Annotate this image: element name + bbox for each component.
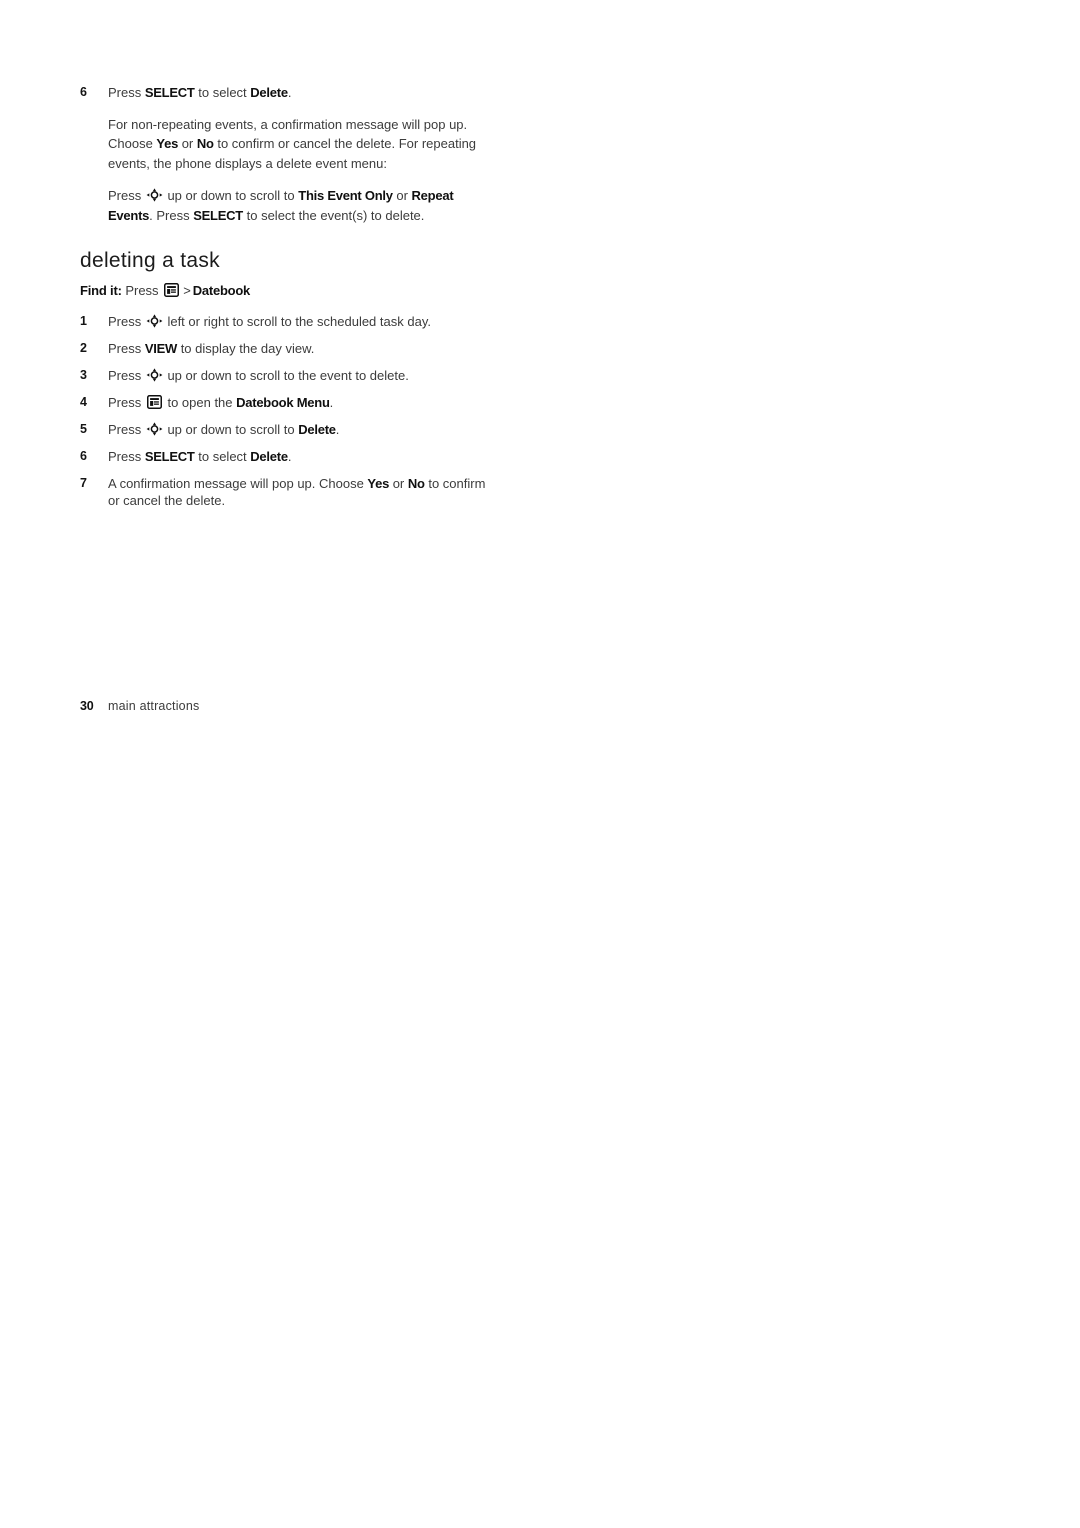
step-text: Press SELECT to select Delete. (108, 84, 500, 102)
step-number: 6 (80, 85, 87, 99)
step-text-fragment: to select (194, 448, 251, 464)
step-text: A confirmation message will pop up. Choo… (108, 475, 500, 510)
nav-key-icon (146, 421, 163, 436)
step-text-fragment: . (329, 394, 334, 410)
step-item: 6 Press SELECT to select Delete. (80, 448, 500, 466)
find-it-label: Find it: (80, 283, 122, 298)
step-text-fragment: up or down to scroll to the event to del… (163, 367, 409, 383)
page-content: 6 Press SELECT to select Delete. For non… (80, 84, 500, 519)
step-text-fragment: Press (108, 367, 145, 383)
step-text-fragment: up or down to scroll to (163, 421, 299, 437)
step-text: Press left or right to scroll to the sch… (108, 313, 500, 331)
paragraph-fragment: or (392, 188, 412, 203)
step-number: 7 (80, 475, 87, 490)
step-item: 6 Press SELECT to select Delete. (80, 84, 500, 102)
step-text-fragment: A confirmation message will pop up. Choo… (108, 475, 368, 491)
footer-section-label: main attractions (108, 699, 200, 713)
step-item: 1 Press left or right to scroll to the sc… (80, 313, 500, 331)
keyword-delete: Delete (298, 421, 336, 437)
keyword-view: VIEW (144, 340, 178, 356)
step-text: Press to open the Datebook Menu. (108, 394, 500, 412)
step-number: 6 (80, 448, 87, 463)
keyword-yes: Yes (367, 475, 390, 491)
document-page: 6 Press SELECT to select Delete. For non… (0, 0, 1080, 1528)
step-text-fragment: Press (108, 394, 145, 410)
keyword-datebook-menu: Datebook Menu (236, 394, 330, 410)
step-text-fragment: Press (108, 340, 145, 356)
step-item: 4 Press to open the Datebook Menu. (80, 394, 500, 412)
step-text-fragment: . (335, 421, 340, 437)
step-text-fragment: to display the day view. (177, 340, 315, 356)
footer-page-number: 30 (80, 699, 94, 713)
keyword-no: No (407, 475, 425, 491)
step-text-fragment: left or right to scroll to the scheduled… (163, 313, 431, 329)
menu-icon (146, 394, 162, 409)
nav-key-icon (146, 367, 163, 382)
explanatory-paragraph: For non-repeating events, a confirmation… (108, 115, 500, 174)
step-text-fragment: Press (108, 448, 145, 464)
find-it-destination: Datebook (192, 283, 251, 298)
step-item: 2 Press VIEW to display the day view. (80, 340, 500, 358)
step-text-fragment: to open the (163, 394, 237, 410)
nav-key-icon (146, 188, 163, 202)
step-text-fragment: Press (108, 313, 145, 329)
keyword-yes: Yes (156, 136, 179, 151)
step-text: Press VIEW to display the day view. (108, 340, 500, 358)
step-item: 7 A confirmation message will pop up. Cho… (80, 475, 500, 510)
paragraph-fragment: to select the event(s) to delete. (243, 207, 425, 223)
keyword-delete: Delete (250, 85, 288, 100)
menu-icon (164, 283, 180, 297)
keyword-delete: Delete (250, 448, 288, 464)
nav-key-icon (146, 313, 163, 328)
step-text: Press up or down to scroll to the event … (108, 367, 500, 385)
keyword-select: SELECT (193, 207, 244, 223)
step-text-fragment: or (389, 475, 408, 491)
page-footer: 30 main attractions (80, 699, 199, 713)
keyword-this-event-only: This Event Only (298, 188, 393, 203)
step-text-fragment: Press (108, 421, 145, 437)
step-number: 5 (80, 421, 87, 436)
explanatory-paragraph-2: Press up or down to scroll to This Event… (108, 186, 500, 225)
step-number: 4 (80, 394, 87, 409)
keyword-select: SELECT (144, 85, 195, 100)
step-text: Press up or down to scroll to Delete. (108, 421, 500, 439)
step-text: Press SELECT to select Delete. (108, 448, 500, 466)
paragraph-fragment: up or down to scroll to (163, 188, 299, 203)
find-it-separator: > (183, 283, 191, 298)
step-item: 5 Press up or down to scroll to Delete. (80, 421, 500, 439)
numbered-steps-list: 1 Press left or right to scroll to the sc… (80, 313, 500, 510)
keyword-no: No (196, 136, 214, 151)
step-text-fragment: . (287, 448, 292, 464)
step-text-fragment: . (287, 85, 292, 100)
paragraph-fragment: Press (108, 188, 145, 203)
step-item: 3 Press up or down to scroll to the event… (80, 367, 500, 385)
step-number: 3 (80, 367, 87, 382)
find-it-press: Press (121, 283, 163, 298)
paragraph-fragment: . Press (149, 207, 194, 223)
keyword-select: SELECT (144, 448, 195, 464)
step-text-fragment: Press (108, 85, 145, 100)
step-number: 2 (80, 340, 87, 355)
section-heading: deleting a task (80, 249, 220, 272)
paragraph-fragment: or (178, 136, 197, 151)
find-it-path: Find it: Press > Datebook (80, 282, 500, 300)
step-text-fragment: to select (194, 85, 251, 100)
step-number: 1 (80, 313, 87, 328)
